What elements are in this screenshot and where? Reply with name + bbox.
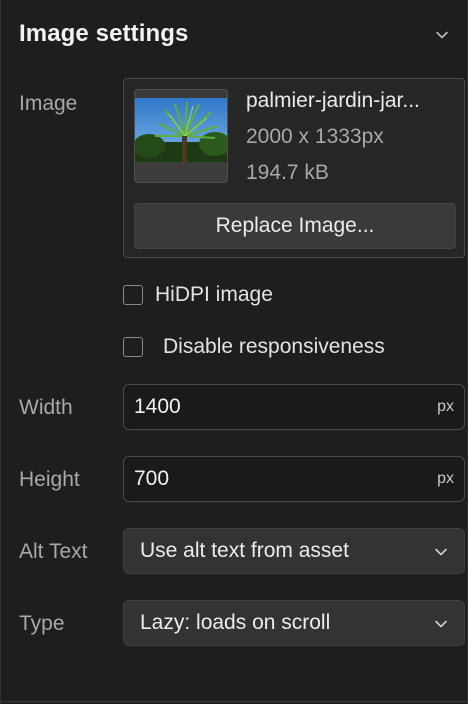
width-value: 1400	[134, 395, 181, 418]
image-dimensions: 2000 x 1333px	[246, 125, 384, 148]
hidpi-checkbox[interactable]	[123, 285, 143, 305]
height-label: Height	[19, 468, 80, 491]
image-asset-card: palmier-jardin-jar... 2000 x 1333px 194.…	[123, 78, 465, 258]
alt-text-label: Alt Text	[19, 540, 88, 563]
image-settings-panel: Image settings Image palmier-jardin-jar.…	[0, 0, 468, 704]
disable-responsiveness-label: Disable responsiveness	[163, 335, 385, 358]
chevron-down-icon	[435, 548, 447, 556]
chevron-down-icon[interactable]	[435, 28, 449, 42]
image-thumbnail[interactable]	[134, 89, 228, 183]
hidpi-label: HiDPI image	[155, 283, 273, 306]
section-title: Image settings	[19, 20, 189, 47]
chevron-down-icon	[435, 620, 447, 628]
panel-divider	[1, 701, 467, 702]
width-unit: px	[437, 398, 454, 415]
replace-image-button[interactable]: Replace Image...	[134, 203, 456, 249]
height-value: 700	[134, 467, 170, 490]
disable-responsiveness-checkbox[interactable]	[123, 337, 143, 357]
alt-text-selected: Use alt text from asset	[140, 539, 349, 562]
type-selected: Lazy: loads on scroll	[140, 611, 331, 634]
height-field[interactable]: 700 px	[123, 456, 465, 502]
type-label: Type	[19, 612, 65, 635]
hidpi-option[interactable]: HiDPI image	[123, 283, 273, 307]
alt-text-select[interactable]: Use alt text from asset	[123, 528, 465, 574]
width-field[interactable]: 1400 px	[123, 384, 465, 430]
palm-tree-photo-icon	[135, 90, 227, 182]
disable-responsiveness-option[interactable]: Disable responsiveness	[123, 335, 385, 359]
image-file-size: 194.7 kB	[246, 161, 329, 184]
image-label: Image	[19, 92, 78, 115]
height-unit: px	[437, 470, 454, 487]
width-label: Width	[19, 396, 73, 419]
type-select[interactable]: Lazy: loads on scroll	[123, 600, 465, 646]
image-file-name: palmier-jardin-jar...	[246, 89, 420, 112]
